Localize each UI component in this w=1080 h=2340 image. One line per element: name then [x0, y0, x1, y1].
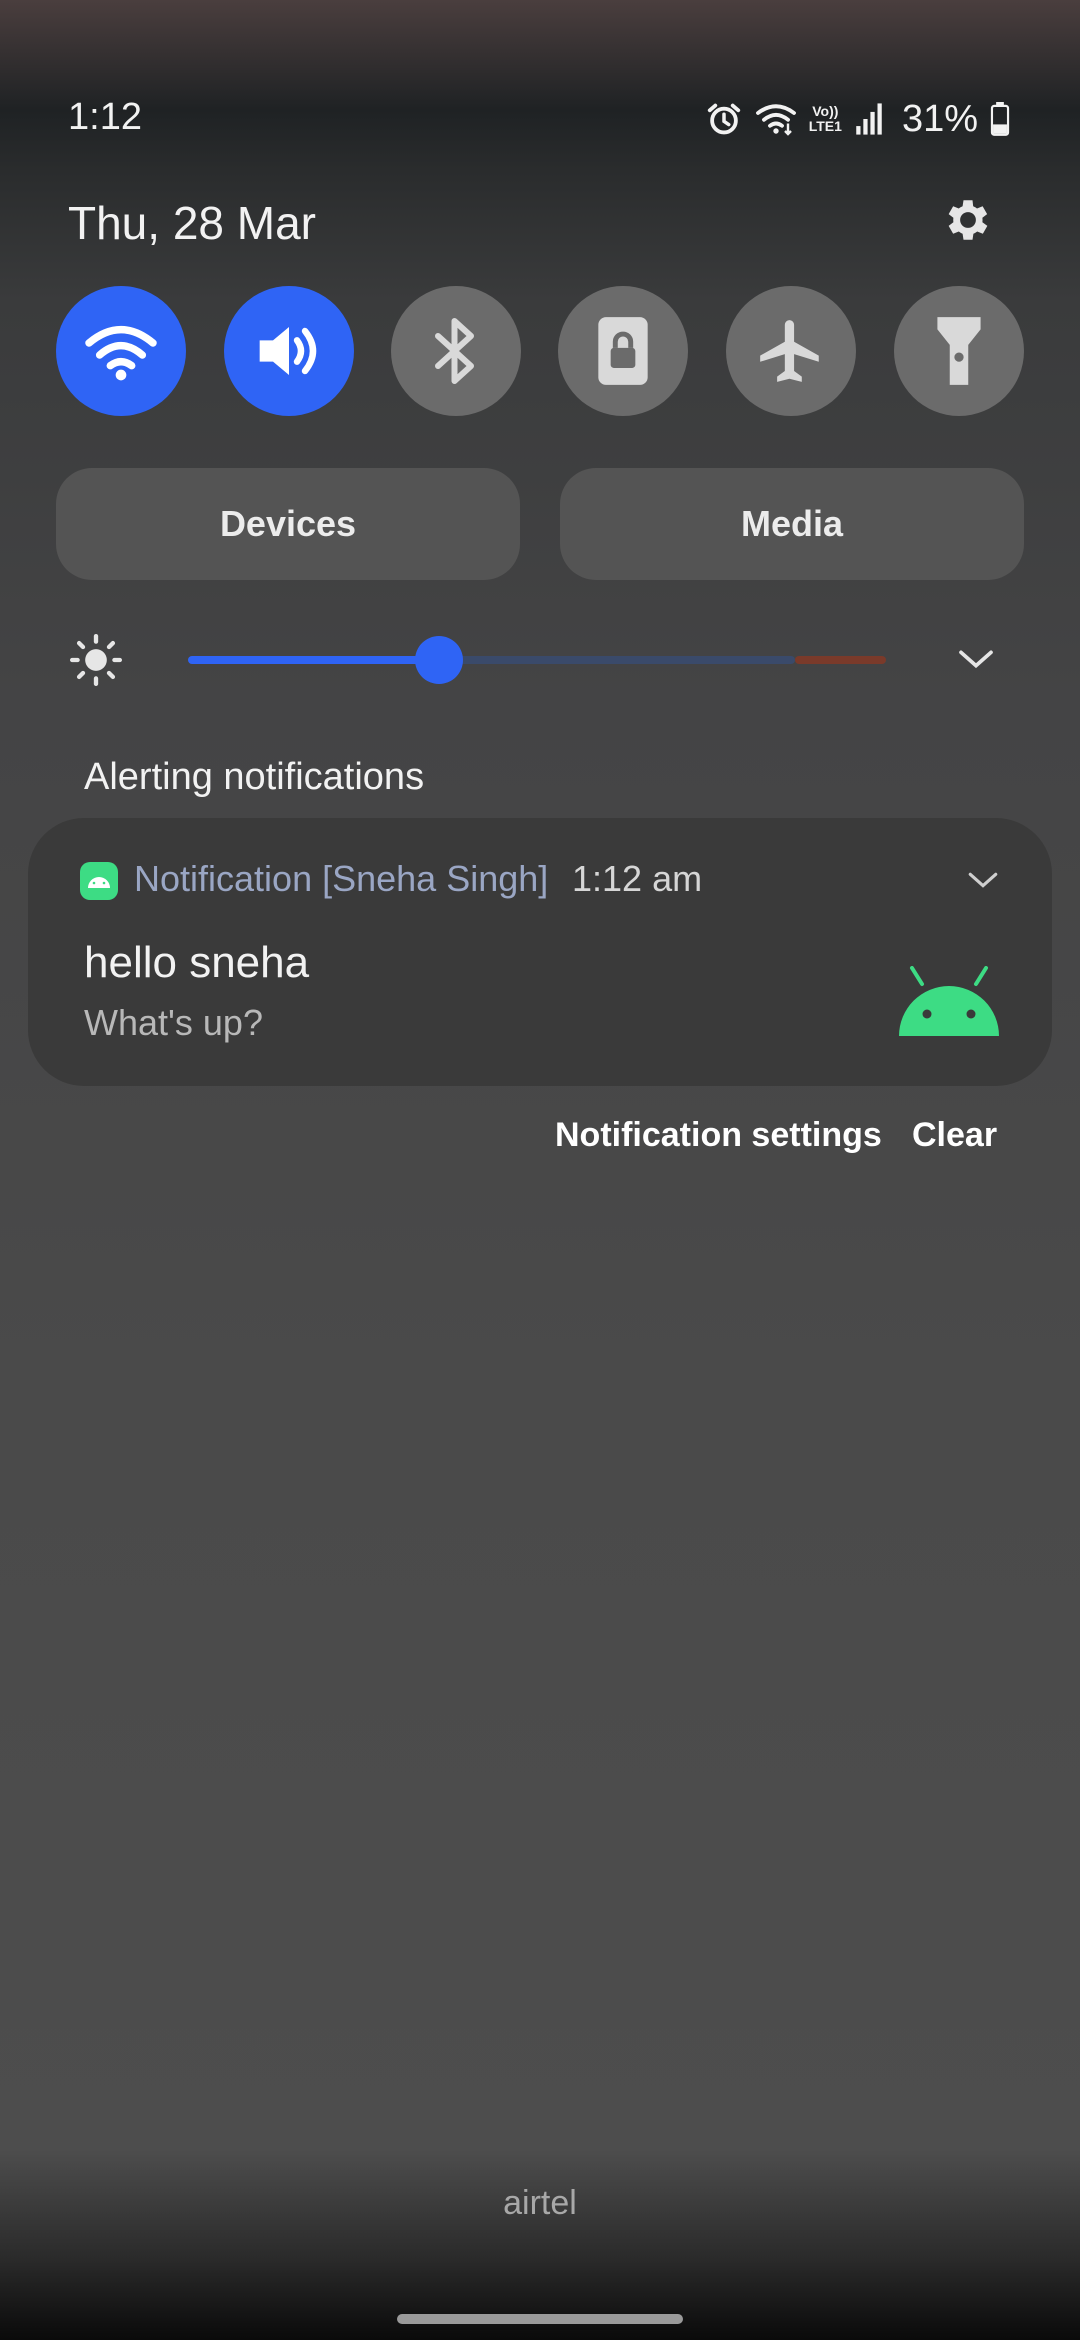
brightness-track-high: [795, 656, 886, 664]
devices-button[interactable]: Devices: [56, 468, 520, 580]
status-bar: 1:12 Vo)) LTE1 31%: [0, 0, 1080, 170]
clear-button[interactable]: Clear: [912, 1116, 997, 1155]
brightness-slider[interactable]: [188, 656, 886, 664]
navigation-handle[interactable]: [397, 2314, 683, 2324]
gear-icon: [948, 200, 988, 240]
notification-settings-button[interactable]: Notification settings: [555, 1116, 882, 1155]
section-title: Alerting notifications: [84, 756, 425, 798]
qs-tile-airplane[interactable]: [726, 286, 856, 416]
android-icon: [88, 877, 110, 888]
qs-tile-bluetooth[interactable]: [391, 286, 521, 416]
battery-percent: 31%: [901, 97, 978, 140]
wifi-icon: [85, 326, 157, 381]
bluetooth-icon: [435, 318, 474, 384]
android-logo-icon: [899, 966, 999, 1036]
notification-app-name: Notification [Sneha Singh]: [134, 858, 549, 899]
chevron-down-icon[interactable]: [966, 868, 1000, 892]
flashlight-icon: [937, 317, 981, 385]
qs-tile-sound[interactable]: [224, 286, 354, 416]
wifi-icon: [755, 104, 796, 136]
qs-tile-wifi[interactable]: [56, 286, 186, 416]
brightness-control: [0, 620, 1080, 700]
media-button[interactable]: Media: [560, 468, 1024, 580]
speaker-icon: [259, 327, 317, 375]
notification-card[interactable]: Notification [Sneha Singh] 1:12 am hello…: [28, 818, 1052, 1086]
battery-icon: [990, 102, 1010, 136]
settings-button[interactable]: [938, 190, 998, 250]
date-label: Thu, 28 Mar: [68, 197, 316, 249]
rotation-lock-icon: [598, 317, 648, 385]
qs-tile-rotation-lock[interactable]: [558, 286, 688, 416]
qs-tile-flashlight[interactable]: [894, 286, 1024, 416]
brightness-thumb[interactable]: [415, 636, 463, 684]
volte-icon: Vo)) LTE1: [808, 103, 842, 134]
brightness-track-rest: [439, 656, 795, 664]
carrier-label: airtel: [503, 2184, 577, 2222]
notification-text: What's up?: [84, 1002, 263, 1043]
status-icons: Vo)) LTE1 31%: [705, 96, 1010, 142]
airplane-icon: [760, 320, 819, 382]
chevron-down-icon[interactable]: [956, 644, 996, 674]
notification-time: 1:12 am: [572, 858, 703, 899]
brightness-fill: [188, 656, 439, 664]
brightness-icon: [70, 634, 122, 686]
notification-title: hello sneha: [84, 938, 310, 987]
app-icon: [80, 862, 118, 900]
status-time: 1:12: [68, 96, 142, 138]
signal-icon: [856, 103, 882, 135]
alarm-icon: [707, 103, 740, 135]
quick-settings-row: [56, 286, 1024, 416]
